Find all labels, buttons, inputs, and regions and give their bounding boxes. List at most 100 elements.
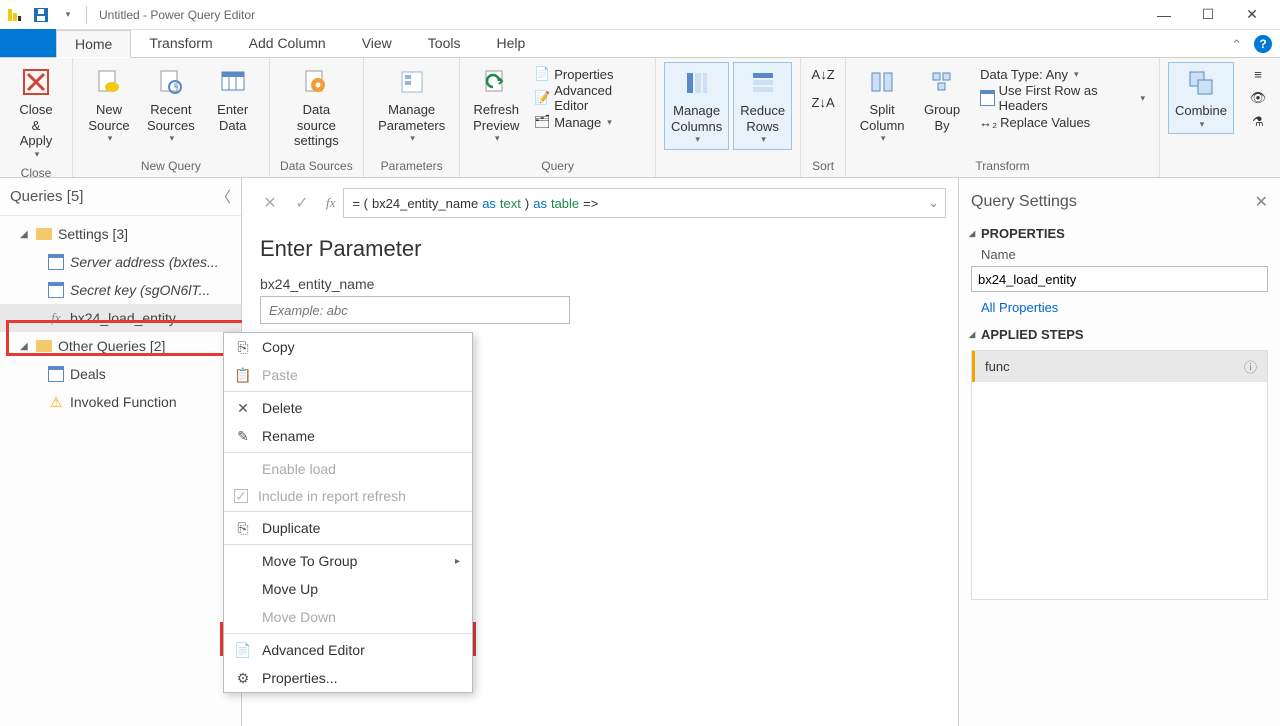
- extra-btn-1[interactable]: ≡: [1244, 62, 1272, 86]
- queries-header: Queries [5] 〈: [0, 178, 241, 216]
- cm-properties[interactable]: ⚙Properties...: [224, 664, 472, 692]
- enter-data-icon: [217, 66, 249, 98]
- name-field[interactable]: [971, 266, 1268, 292]
- cm-advanced-editor[interactable]: 📄Advanced Editor: [224, 636, 472, 664]
- query-bx24-load-entity[interactable]: fxbx24_load_entity: [0, 304, 241, 332]
- formula-dropdown[interactable]: ⌄: [928, 195, 939, 211]
- add-column-tab[interactable]: Add Column: [231, 29, 344, 57]
- manage-button[interactable]: 🗂Manage: [528, 110, 647, 134]
- group-query: Refresh Preview 📄Properties 📝Advanced Ed…: [460, 58, 656, 177]
- cm-move-to-group[interactable]: Move To Group▸: [224, 547, 472, 575]
- properties-icon: ⚙: [234, 669, 252, 687]
- title-bar: Untitled - Power Query Editor — ☐ ✕: [0, 0, 1280, 30]
- queries-title: Queries [5]: [10, 188, 83, 205]
- formula-input[interactable]: = ( bx24_entity_name as text ) as table …: [343, 188, 946, 218]
- queries-collapse[interactable]: 〈: [216, 186, 231, 207]
- view-tab[interactable]: View: [344, 29, 410, 57]
- data-source-settings-button[interactable]: Data source settings: [278, 62, 355, 153]
- combine-button[interactable]: Combine: [1168, 62, 1234, 134]
- sort-asc-button[interactable]: A↓Z: [809, 62, 837, 86]
- warning-icon: ⚠: [48, 394, 64, 410]
- refresh-preview-button[interactable]: Refresh Preview: [468, 62, 524, 148]
- close-apply-button[interactable]: Close & Apply: [8, 62, 64, 164]
- paste-icon: 📋: [234, 366, 252, 384]
- file-tab[interactable]: [0, 29, 56, 57]
- query-settings-pane: Query Settings ✕ PROPERTIES Name All Pro…: [958, 178, 1280, 726]
- recent-icon: [155, 66, 187, 98]
- help-tab[interactable]: Help: [478, 29, 543, 57]
- reduce-rows-button[interactable]: Reduce Rows: [733, 62, 792, 150]
- home-tab[interactable]: Home: [56, 30, 131, 58]
- folder-icon: [36, 228, 52, 240]
- rename-icon: ✎: [234, 427, 252, 445]
- table-icon: [48, 366, 64, 382]
- query-server-address[interactable]: Server address (bxtes...: [0, 248, 241, 276]
- new-source-button[interactable]: New Source: [81, 62, 137, 148]
- group-label-query: Query: [468, 157, 647, 175]
- group-by-button[interactable]: Group By: [914, 62, 970, 137]
- flask-icon: ⚗: [1250, 114, 1266, 130]
- split-column-button[interactable]: Split Column: [854, 62, 910, 148]
- fx-icon: fx: [48, 310, 64, 326]
- close-button[interactable]: ✕: [1230, 1, 1274, 29]
- all-properties-link[interactable]: All Properties: [971, 294, 1268, 319]
- minimize-button[interactable]: —: [1142, 1, 1186, 29]
- recent-sources-button[interactable]: Recent Sources: [141, 62, 201, 148]
- cm-duplicate[interactable]: ⎘Duplicate: [224, 514, 472, 542]
- qat-dropdown[interactable]: [56, 4, 78, 26]
- folder-other-queries[interactable]: ◢Other Queries [2]: [0, 332, 241, 360]
- check-icon: ✓: [234, 489, 248, 503]
- formula-cancel[interactable]: ✕: [254, 188, 286, 218]
- manage-columns-button[interactable]: Manage Columns: [664, 62, 729, 150]
- close-apply-icon: [20, 66, 52, 98]
- tools-tab[interactable]: Tools: [410, 29, 479, 57]
- replace-icon: ↔₂: [980, 114, 996, 130]
- folder-settings[interactable]: ◢Settings [3]: [0, 220, 241, 248]
- group-combine: Combine ≡ 👁 ⚗: [1160, 58, 1280, 177]
- eye-icon: 👁: [1250, 90, 1266, 106]
- step-func[interactable]: func ⓘ: [972, 351, 1267, 382]
- first-row-headers-button[interactable]: Use First Row as Headers: [974, 86, 1151, 110]
- enter-data-button[interactable]: Enter Data: [205, 62, 261, 137]
- list-icon: ≡: [1250, 66, 1266, 82]
- query-deals[interactable]: Deals: [0, 360, 241, 388]
- help-icon[interactable]: ?: [1254, 35, 1272, 53]
- groupby-icon: [926, 66, 958, 98]
- query-secret-key[interactable]: Secret key (sgON6lT...: [0, 276, 241, 304]
- sort-asc-icon: A↓Z: [815, 66, 831, 82]
- duplicate-icon: ⎘: [234, 519, 252, 537]
- cm-rename[interactable]: ✎Rename: [224, 422, 472, 450]
- query-invoked-function[interactable]: ⚠Invoked Function: [0, 388, 241, 416]
- cm-move-up[interactable]: Move Up: [224, 575, 472, 603]
- param-input[interactable]: [260, 296, 570, 324]
- transform-tab[interactable]: Transform: [131, 29, 230, 57]
- replace-values-button[interactable]: ↔₂Replace Values: [974, 110, 1151, 134]
- cm-delete[interactable]: ✕Delete: [224, 394, 472, 422]
- cm-move-down: Move Down: [224, 603, 472, 631]
- maximize-button[interactable]: ☐: [1186, 1, 1230, 29]
- extra-btn-2[interactable]: 👁: [1244, 86, 1272, 110]
- copy-icon: ⎘: [234, 338, 252, 356]
- group-transform: Split Column Group By Data Type: Any Use…: [846, 58, 1160, 177]
- param-icon: [48, 254, 64, 270]
- extra-btn-3[interactable]: ⚗: [1244, 110, 1272, 134]
- step-info-icon[interactable]: ⓘ: [1244, 357, 1257, 376]
- group-label-newquery: New Query: [81, 157, 261, 175]
- group-label-sort: Sort: [809, 157, 837, 175]
- rows-icon: [747, 67, 779, 99]
- folder-icon: [36, 340, 52, 352]
- gear-icon: [300, 66, 332, 98]
- name-label: Name: [971, 245, 1268, 264]
- adv-editor-icon: 📄: [234, 641, 252, 659]
- advanced-editor-button[interactable]: 📝Advanced Editor: [528, 86, 647, 110]
- sort-desc-button[interactable]: Z↓A: [809, 90, 837, 114]
- context-menu: ⎘Copy 📋Paste ✕Delete ✎Rename Enable load…: [223, 332, 473, 693]
- ribbon-tabstrip: Home Transform Add Column View Tools Hel…: [0, 30, 1280, 58]
- adv-editor-icon: 📝: [534, 90, 550, 106]
- settings-close[interactable]: ✕: [1255, 192, 1268, 212]
- formula-accept[interactable]: ✓: [286, 188, 318, 218]
- cm-copy[interactable]: ⎘Copy: [224, 333, 472, 361]
- save-icon[interactable]: [30, 4, 52, 26]
- ribbon-collapse[interactable]: ⌃: [1223, 33, 1250, 57]
- manage-parameters-button[interactable]: Manage Parameters: [372, 62, 451, 148]
